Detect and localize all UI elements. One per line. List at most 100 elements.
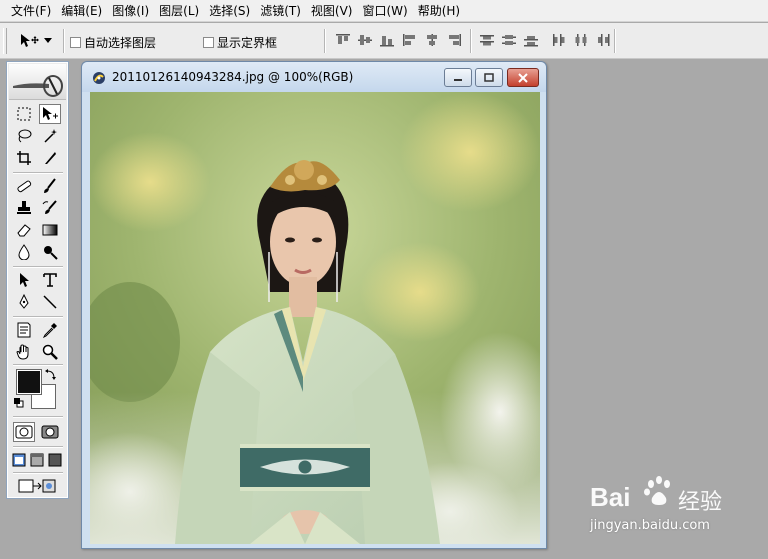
distribute-vertical-centers-icon[interactable] [500,32,518,48]
distribute-group-1 [478,32,540,48]
close-button[interactable] [507,68,539,87]
type-t-icon [43,273,57,287]
document-window: 20110126140943284.jpg @ 100%(RGB) [81,61,547,549]
menu-layer[interactable]: 图层(L) [154,0,204,22]
magic-wand-tool[interactable] [39,126,61,146]
toolbox-panel [6,61,69,499]
align-right-edges-icon[interactable] [445,32,463,48]
water-drop-icon [18,244,30,260]
foreground-color-swatch[interactable] [16,369,42,395]
align-horizontal-centers-icon[interactable] [423,32,441,48]
show-bounding-box-checkbox[interactable] [203,37,214,48]
line-tool[interactable] [39,292,61,312]
options-bar-grip[interactable] [3,28,7,54]
maximize-icon [484,72,494,82]
crop-tool[interactable] [13,148,35,168]
magnifier-icon [42,344,58,360]
line-icon [43,295,57,309]
pen-nib-icon [19,294,29,309]
quick-mask-button[interactable] [39,422,61,442]
align-group-2 [401,32,463,48]
full-screen-menu-mode-button[interactable] [29,450,45,470]
menu-select[interactable]: 选择(S) [204,0,255,22]
toolbox-divider [13,364,63,366]
document-titlebar[interactable]: 20110126140943284.jpg @ 100%(RGB) [82,62,546,92]
swap-colors-icon[interactable] [45,368,57,380]
eraser-tool[interactable] [13,220,35,240]
zoom-tool[interactable] [39,342,61,362]
maximize-button[interactable] [475,68,503,87]
menu-bar: 文件(F) 编辑(E) 图像(I) 图层(L) 选择(S) 滤镜(T) 视图(V… [0,0,768,22]
options-bar: 自动选择图层 显示定界框 [0,23,768,59]
blur-tool[interactable] [13,242,35,262]
menu-window[interactable]: 窗口(W) [357,0,412,22]
divider [614,29,616,53]
brush-icon [44,178,56,193]
minimize-button[interactable] [444,68,472,87]
jump-to-imageready-button[interactable] [15,476,59,496]
distribute-left-icon[interactable] [550,32,568,48]
move-tool-icon [21,34,39,47]
distribute-bottom-icon[interactable] [522,32,540,48]
menu-filter[interactable]: 滤镜(T) [255,0,306,22]
full-screen-menu-icon [30,453,44,467]
photoshop-document-icon [93,72,105,84]
crop-icon [17,151,31,165]
distribute-right-icon[interactable] [594,32,612,48]
align-vertical-centers-icon[interactable] [356,32,374,48]
menu-edit[interactable]: 编辑(E) [56,0,107,22]
divider [324,29,326,53]
align-left-edges-icon[interactable] [401,32,419,48]
image-canvas[interactable] [90,92,540,544]
toolbox-divider [13,266,63,268]
healing-brush-tool[interactable] [13,176,35,196]
bandage-icon [17,180,32,193]
history-brush-icon [42,200,57,214]
menu-file[interactable]: 文件(F) [6,0,56,22]
move-tool[interactable] [39,104,61,124]
eraser-icon [17,224,31,237]
dodge-tool[interactable] [39,242,61,262]
path-selection-tool[interactable] [13,270,35,290]
gradient-icon [42,224,58,236]
brush-tool[interactable] [39,176,61,196]
default-colors-icon[interactable] [14,398,24,408]
tool-preset-picker[interactable] [18,31,58,51]
toolbox-header[interactable] [9,64,66,100]
baidu-jingyan-watermark: Bai 经验 jingyan.baidu.com [590,470,750,550]
full-screen-icon [48,453,62,467]
type-tool[interactable] [39,270,61,290]
slice-tool[interactable] [39,148,61,168]
marquee-icon [17,107,31,121]
dodge-icon [44,246,58,260]
menu-view[interactable]: 视图(V) [306,0,358,22]
rectangular-marquee-tool[interactable] [13,104,35,124]
clone-stamp-tool[interactable] [13,198,35,218]
standard-mode-icon [15,425,33,439]
menu-image[interactable]: 图像(I) [107,0,154,22]
hand-tool[interactable] [13,342,35,362]
align-top-edges-icon[interactable] [334,32,352,48]
eyedropper-tool[interactable] [39,320,61,340]
show-bounding-box-option[interactable]: 显示定界框 [203,34,277,51]
slice-knife-icon [45,152,56,164]
standard-screen-mode-button[interactable] [11,450,27,470]
toolbox-divider [13,172,63,174]
standard-mode-button[interactable] [13,422,35,442]
history-brush-tool[interactable] [39,198,61,218]
menu-help[interactable]: 帮助(H) [413,0,465,22]
lasso-tool[interactable] [13,126,35,146]
auto-select-layer-checkbox[interactable] [70,37,81,48]
pen-tool[interactable] [13,292,35,312]
notes-tool[interactable] [13,320,35,340]
align-bottom-edges-icon[interactable] [378,32,396,48]
chevron-down-icon [44,38,52,43]
gradient-tool[interactable] [39,220,61,240]
imageready-icon [18,479,56,493]
auto-select-layer-option[interactable]: 自动选择图层 [70,34,156,51]
watermark-jingyan-text: 经验 [678,490,723,515]
distribute-horizontal-centers-icon[interactable] [572,32,590,48]
distribute-top-icon[interactable] [478,32,496,48]
full-screen-mode-button[interactable] [47,450,63,470]
hand-icon [16,344,29,360]
